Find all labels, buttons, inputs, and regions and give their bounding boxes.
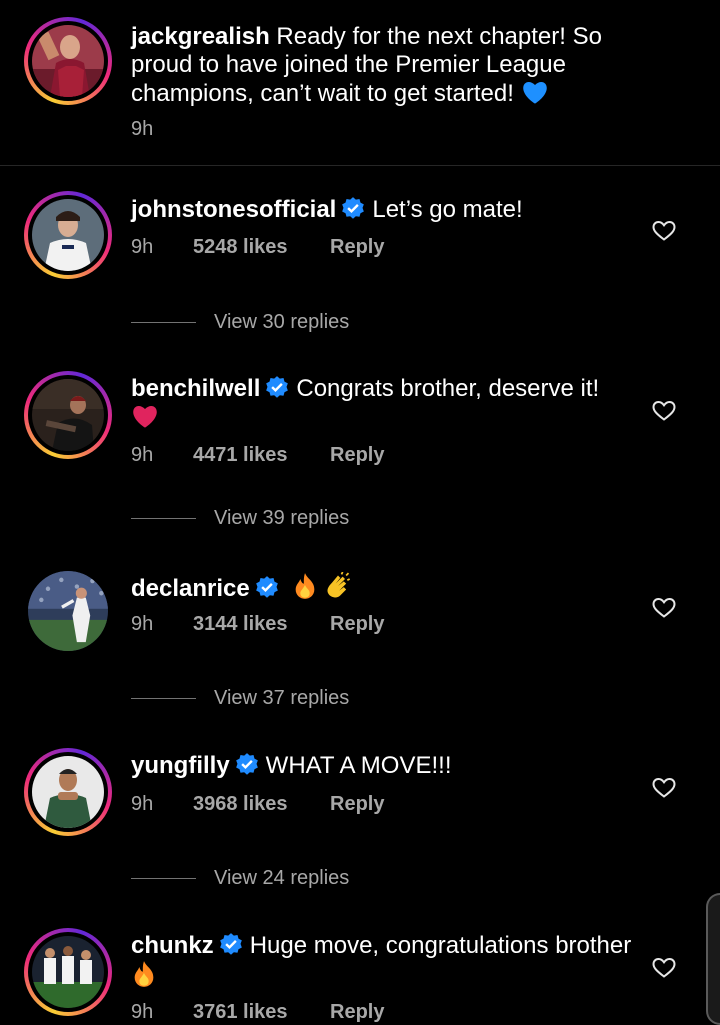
reply-button[interactable]: Reply xyxy=(330,612,384,636)
comment-text: johnstonesofficial Let’s go mate! xyxy=(131,196,650,224)
likes-count[interactable]: 4471 likes xyxy=(193,443,330,467)
comment-body: WHAT A MOVE!!! xyxy=(265,752,452,779)
reply-button[interactable]: Reply xyxy=(330,235,384,259)
comment-meta: 9h 4471 likes Reply xyxy=(131,443,384,467)
verified-badge-icon xyxy=(235,753,258,775)
view-replies-label[interactable]: View 24 replies xyxy=(214,867,349,889)
likes-count[interactable]: 5248 likes xyxy=(193,235,330,259)
likes-count[interactable]: 3144 likes xyxy=(193,612,330,636)
comment-meta: 9h 3144 likes Reply xyxy=(131,612,384,636)
caption-text: jackgrealish Ready for the next chapter!… xyxy=(131,23,660,108)
comment-username[interactable]: benchilwell xyxy=(131,375,260,402)
fire-emoji-icon xyxy=(296,573,315,599)
comment-text: yungfilly WHAT A MOVE!!! xyxy=(131,752,650,780)
verified-badge-icon xyxy=(219,933,242,955)
profile-photo xyxy=(28,571,108,651)
comment-username[interactable]: yungfilly xyxy=(131,752,230,779)
profile-photo xyxy=(32,756,104,828)
avatar-benchilwell[interactable] xyxy=(24,371,112,459)
comment-meta: 9h 3761 likes Reply xyxy=(131,1000,384,1024)
post-time: 9h xyxy=(131,118,154,140)
view-replies-link[interactable]: View 39 replies xyxy=(131,506,349,530)
blue-heart-icon xyxy=(522,81,547,104)
view-replies-link[interactable]: View 24 replies xyxy=(131,866,349,890)
comment-meta: 9h 5248 likes Reply xyxy=(131,235,384,259)
comment-text: benchilwell Congrats brother, deserve it! xyxy=(131,375,650,432)
comment-body: Congrats brother, deserve it! xyxy=(296,375,600,402)
view-replies-link[interactable]: View 30 replies xyxy=(131,310,349,334)
verified-badge-icon xyxy=(266,376,289,398)
comment-meta: 9h 3968 likes Reply xyxy=(131,792,384,816)
comment-time: 9h xyxy=(131,793,154,815)
comment-username[interactable]: declanrice xyxy=(131,575,250,602)
reply-button[interactable]: Reply xyxy=(330,443,384,467)
red-heart-icon xyxy=(133,405,157,428)
scrollbar-handle[interactable] xyxy=(706,893,720,1025)
verified-badge-icon xyxy=(255,576,278,598)
comment-text: declanrice xyxy=(131,572,650,603)
likes-count[interactable]: 3968 likes xyxy=(193,792,330,816)
view-replies-label[interactable]: View 37 replies xyxy=(214,687,349,709)
post-username[interactable]: jackgrealish xyxy=(131,23,270,50)
comment-time: 9h xyxy=(131,236,154,258)
comment-username[interactable]: chunkz xyxy=(131,932,214,959)
like-heart-icon[interactable] xyxy=(652,956,676,980)
like-heart-icon[interactable] xyxy=(652,219,676,243)
fire-emoji-icon xyxy=(134,961,154,987)
profile-photo xyxy=(32,379,104,451)
comment-text: chunkz Huge move, congratulations brother xyxy=(131,932,650,991)
reply-button[interactable]: Reply xyxy=(330,1000,384,1024)
profile-photo xyxy=(32,25,104,97)
comment-body: Huge move, congratulations brother xyxy=(249,932,632,959)
comment-time: 9h xyxy=(131,613,154,635)
like-heart-icon[interactable] xyxy=(652,596,676,620)
view-replies-label[interactable]: View 30 replies xyxy=(214,311,349,333)
profile-photo xyxy=(32,936,104,1008)
view-replies-label[interactable]: View 39 replies xyxy=(214,507,349,529)
replies-divider xyxy=(131,698,196,700)
avatar-declanrice[interactable] xyxy=(24,567,112,655)
comment-username[interactable]: johnstonesofficial xyxy=(131,196,336,223)
like-heart-icon[interactable] xyxy=(652,776,676,800)
likes-count[interactable]: 3761 likes xyxy=(193,1000,330,1024)
profile-photo xyxy=(32,199,104,271)
view-replies-link[interactable]: View 37 replies xyxy=(131,686,349,710)
avatar-yungfilly[interactable] xyxy=(24,748,112,836)
comment-body: Let’s go mate! xyxy=(372,196,523,223)
avatar-chunkz[interactable] xyxy=(24,928,112,1016)
replies-divider xyxy=(131,322,196,324)
replies-divider xyxy=(131,878,196,880)
verified-badge-icon xyxy=(342,197,365,219)
replies-divider xyxy=(131,518,196,520)
comment-time: 9h xyxy=(131,1001,154,1023)
like-heart-icon[interactable] xyxy=(652,399,676,423)
reply-button[interactable]: Reply xyxy=(330,792,384,816)
comment-time: 9h xyxy=(131,444,154,466)
avatar-johnstonesofficial[interactable] xyxy=(24,191,112,279)
clapping-hands-emoji-icon xyxy=(327,572,351,598)
post-caption: jackgrealish Ready for the next chapter!… xyxy=(0,0,720,166)
post-meta: 9h xyxy=(131,117,193,141)
avatar-jackgrealish[interactable] xyxy=(24,17,112,105)
